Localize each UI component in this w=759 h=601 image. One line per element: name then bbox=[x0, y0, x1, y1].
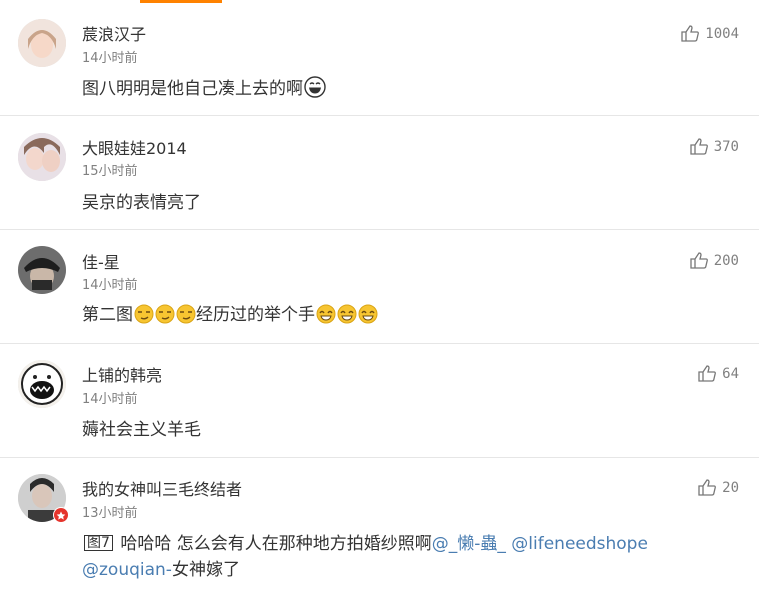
comment-time: 15小时前 bbox=[82, 164, 138, 179]
picture-link[interactable]: 图7 bbox=[84, 535, 113, 551]
mention-link[interactable]: @_懒-蟲_ bbox=[432, 534, 506, 554]
comment-time: 14小时前 bbox=[82, 392, 138, 407]
thumbs-up-icon bbox=[681, 25, 700, 42]
like-button[interactable]: 20 bbox=[698, 479, 739, 496]
comment-text-mid: 经历过的举个手 bbox=[196, 305, 315, 325]
like-count: 370 bbox=[713, 138, 739, 155]
verified-badge-icon bbox=[53, 507, 69, 523]
comment-item: 上铺的韩亮 14小时前 薅社会主义羊毛 64 bbox=[0, 343, 759, 458]
grin-emoji-icon bbox=[358, 304, 378, 329]
comment-text-body: 图八明明是他自己凑上去的啊 bbox=[82, 79, 303, 99]
avatar[interactable] bbox=[18, 133, 66, 181]
grin-emoji-icon bbox=[304, 76, 326, 103]
comment-author[interactable]: 上铺的韩亮 bbox=[82, 362, 162, 386]
grin-emoji-icon bbox=[337, 304, 357, 329]
comment-item: 佳-星 14小时前 第二图 经历过的举个手 200 bbox=[0, 229, 759, 344]
smirk-emoji-icon bbox=[134, 304, 154, 329]
comment-author[interactable]: 大眼娃娃2014 bbox=[82, 135, 187, 159]
comment-author[interactable]: 佳-星 bbox=[82, 249, 120, 273]
mention-link[interactable]: @lifeneedshope bbox=[511, 534, 648, 554]
thumbs-up-icon bbox=[690, 252, 708, 269]
comment-text-prefix: 第二图 bbox=[82, 305, 133, 325]
comment-time: 14小时前 bbox=[82, 278, 138, 293]
grin-emoji-icon bbox=[316, 304, 336, 329]
comment-author[interactable]: 莀浪汉子 bbox=[82, 21, 146, 45]
avatar[interactable] bbox=[18, 360, 66, 408]
comment-text-body: 哈哈哈 怎么会有人在那种地方拍婚纱照啊 bbox=[120, 534, 432, 554]
like-count: 20 bbox=[722, 479, 739, 496]
avatar[interactable] bbox=[18, 19, 66, 67]
smirk-emoji-icon bbox=[155, 304, 175, 329]
comment-author[interactable]: 我的女神叫三毛终结者 bbox=[82, 476, 242, 500]
avatar[interactable] bbox=[18, 246, 66, 294]
thumbs-up-icon bbox=[698, 479, 717, 496]
comment-text-tail: 女神嫁了 bbox=[171, 560, 240, 580]
comment-text: 吴京的表情亮了 bbox=[82, 193, 201, 213]
comment-item: 大眼娃娃2014 15小时前 吴京的表情亮了 370 bbox=[0, 115, 759, 230]
thumbs-up-icon bbox=[690, 138, 708, 155]
comment-item: 我的女神叫三毛终结者 13小时前 图7 哈哈哈 怎么会有人在那种地方拍婚纱照啊@… bbox=[0, 457, 759, 601]
comment-item: 莀浪汉子 14小时前 图八明明是他自己凑上去的啊 1004 bbox=[0, 0, 759, 116]
thumbs-up-icon bbox=[698, 365, 717, 382]
comment-time: 13小时前 bbox=[82, 506, 138, 521]
comment-text: 薅社会主义羊毛 bbox=[82, 420, 201, 440]
like-button[interactable]: 64 bbox=[698, 365, 739, 382]
like-button[interactable]: 370 bbox=[690, 138, 739, 155]
smirk-emoji-icon bbox=[176, 304, 196, 329]
comment-text: 第二图 经历过的举个手 bbox=[82, 300, 378, 329]
like-count: 64 bbox=[722, 365, 739, 382]
mention-link[interactable]: @zouqian- bbox=[82, 560, 172, 580]
like-button[interactable]: 200 bbox=[690, 252, 739, 269]
comment-text-line-2: @zouqian-女神嫁了 bbox=[82, 555, 240, 580]
comment-text: 图八明明是他自己凑上去的啊 bbox=[82, 74, 326, 103]
like-button[interactable]: 1004 bbox=[681, 25, 739, 42]
comment-time: 14小时前 bbox=[82, 51, 138, 66]
like-count: 1004 bbox=[705, 25, 739, 42]
like-count: 200 bbox=[713, 252, 739, 269]
comment-text: 图7 哈哈哈 怎么会有人在那种地方拍婚纱照啊@_懒-蟲_ @lifeneedsh… bbox=[82, 529, 648, 554]
